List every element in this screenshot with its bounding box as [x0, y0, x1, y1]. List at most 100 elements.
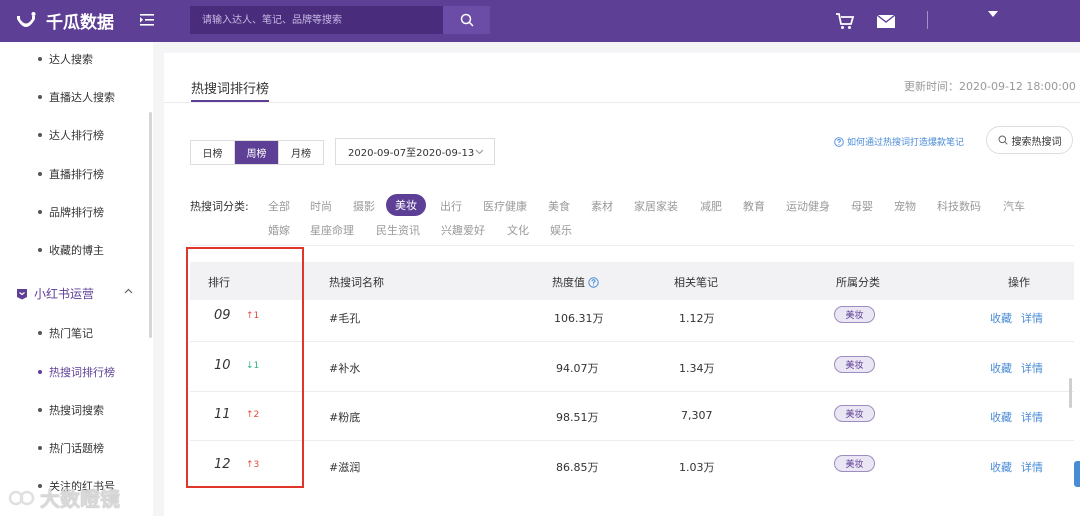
global-search-button[interactable]: [443, 6, 490, 34]
favorite-link[interactable]: 收藏: [990, 409, 1012, 425]
category-news[interactable]: 民生资讯: [376, 222, 420, 238]
category-fashion[interactable]: 时尚: [310, 198, 332, 214]
global-search: [190, 6, 490, 34]
category-food[interactable]: 美食: [548, 198, 570, 214]
category-culture[interactable]: 文化: [507, 222, 529, 238]
category-fitness[interactable]: 运动健身: [786, 198, 830, 214]
detail-link[interactable]: 详情: [1021, 459, 1043, 475]
header-category: 所属分类: [836, 276, 880, 289]
category-beauty[interactable]: 美妆: [386, 194, 426, 216]
sidebar-item-brand-ranking[interactable]: 品牌排行榜: [38, 204, 104, 220]
bullet-dot: [38, 248, 42, 252]
sidebar-group-xiaohongshu-ops[interactable]: 小红书运营: [16, 285, 133, 302]
sidebar-item-hot-keyword-search[interactable]: 热搜词搜索: [38, 402, 104, 418]
mail-icon[interactable]: [877, 15, 895, 28]
search-icon: [998, 135, 1008, 145]
sidebar-item-live-ranking[interactable]: 直播排行榜: [38, 166, 104, 182]
favorite-link[interactable]: 收藏: [990, 310, 1012, 326]
header-actions: 操作: [1008, 276, 1030, 289]
detail-link[interactable]: 详情: [1021, 360, 1043, 376]
global-search-input[interactable]: [190, 6, 443, 34]
notes-cell: 1.34万: [679, 362, 715, 375]
brand-logo[interactable]: 千瓜数据: [14, 8, 114, 33]
detail-link[interactable]: 详情: [1021, 409, 1043, 425]
header-keyword: 热搜词名称: [329, 276, 384, 289]
bullet-dot: [38, 370, 42, 374]
category-wedding[interactable]: 婚嫁: [268, 222, 290, 238]
header-notes[interactable]: 相关笔记: [674, 274, 718, 290]
cart-icon[interactable]: [835, 12, 855, 30]
side-float-tab[interactable]: [1074, 461, 1080, 487]
tab-monthly[interactable]: 月榜: [279, 141, 323, 164]
category-weight-loss[interactable]: 减肥: [700, 198, 722, 214]
keyword-cell[interactable]: #粉底: [329, 409, 360, 425]
category-photography[interactable]: 摄影: [353, 198, 375, 214]
watermark-logo-icon: [8, 490, 35, 505]
notes-cell: 7,307: [681, 409, 713, 422]
sidebar-scrollbar[interactable]: [149, 112, 152, 338]
help-link[interactable]: 如何通过热搜词打造爆款笔记: [834, 135, 964, 148]
category-pets[interactable]: 宠物: [894, 198, 916, 214]
search-hot-keyword-button[interactable]: 搜索热搜词: [986, 126, 1073, 154]
chevron-down-icon: [475, 149, 484, 155]
sidebar-item-hot-keyword-ranking[interactable]: 热搜词排行榜: [38, 364, 115, 380]
keyword-cell[interactable]: #滋润: [329, 459, 360, 475]
top-bar: 千瓜数据: [0, 0, 1080, 42]
bullet-dot: [38, 408, 42, 412]
main-scrollbar[interactable]: [1069, 378, 1072, 408]
category-education[interactable]: 教育: [743, 198, 765, 214]
category-home[interactable]: 家居家装: [634, 198, 678, 214]
sidebar-item-creator-search[interactable]: 达人搜索: [38, 51, 93, 67]
category-parenting[interactable]: 母婴: [851, 198, 873, 214]
question-circle-icon[interactable]: [588, 277, 599, 288]
bullet-dot: [38, 133, 42, 137]
category-auto[interactable]: 汽车: [1003, 198, 1025, 214]
date-range-select[interactable]: 2020-09-07至2020-09-13: [335, 138, 495, 165]
menu-toggle-icon[interactable]: [139, 12, 155, 28]
sidebar-item-creator-ranking[interactable]: 达人排行榜: [38, 127, 104, 143]
sidebar-item-hot-topics[interactable]: 热门话题榜: [38, 440, 104, 456]
category-badge: 美妆: [834, 306, 875, 323]
keyword-cell[interactable]: #补水: [329, 360, 360, 376]
brand-name: 千瓜数据: [46, 13, 114, 33]
category-travel[interactable]: 出行: [440, 198, 462, 214]
search-icon: [460, 13, 474, 27]
row-divider: [190, 391, 1074, 392]
category-label: 热搜词分类:: [190, 200, 249, 213]
bullet-dot: [38, 331, 42, 335]
category-badge: 美妆: [834, 405, 875, 422]
category-hobbies[interactable]: 兴趣爱好: [441, 222, 485, 238]
favorite-link[interactable]: 收藏: [990, 360, 1012, 376]
header-heat[interactable]: 热度值: [552, 274, 599, 290]
sidebar-item-favorite-bloggers[interactable]: 收藏的博主: [38, 242, 104, 258]
table-header: 排行 热搜词名称 热度值 相关笔记 所属分类 操作: [190, 262, 1074, 300]
bullet-dot: [38, 172, 42, 176]
page-title[interactable]: 热搜词排行榜: [191, 78, 269, 97]
tab-weekly[interactable]: 周榜: [235, 141, 279, 164]
favorite-link[interactable]: 收藏: [990, 459, 1012, 475]
bullet-dot: [38, 95, 42, 99]
category-tech[interactable]: 科技数码: [937, 198, 981, 214]
category-materials[interactable]: 素材: [591, 198, 613, 214]
heat-cell: 86.85万: [556, 461, 599, 474]
keyword-cell[interactable]: #毛孔: [329, 310, 360, 326]
sidebar-item-live-creator-search[interactable]: 直播达人搜索: [38, 89, 115, 105]
category-badge: 美妆: [834, 356, 875, 373]
category-astrology[interactable]: 星座命理: [310, 222, 354, 238]
notes-cell: 1.12万: [679, 312, 715, 325]
xiaohongshu-ops-icon: [17, 288, 27, 299]
bullet-dot: [38, 57, 42, 61]
user-menu-caret-icon[interactable]: [988, 11, 998, 17]
sidebar-item-hot-notes[interactable]: 热门笔记: [38, 325, 93, 341]
tab-daily[interactable]: 日榜: [191, 141, 235, 164]
period-tabs: 日榜 周榜 月榜: [190, 140, 324, 165]
watermark: 大数瞪镜: [8, 483, 120, 512]
heat-cell: 98.51万: [556, 411, 599, 424]
category-badge: 美妆: [834, 455, 875, 472]
category-health[interactable]: 医疗健康: [483, 198, 527, 214]
row-divider: [190, 341, 1074, 342]
category-all[interactable]: 全部: [268, 198, 290, 214]
detail-link[interactable]: 详情: [1021, 310, 1043, 326]
sidebar: 达人搜索 直播达人搜索 达人排行榜 直播排行榜 品牌排行榜 收藏的博主 小红书运…: [0, 42, 153, 516]
category-entertainment[interactable]: 娱乐: [550, 222, 572, 238]
